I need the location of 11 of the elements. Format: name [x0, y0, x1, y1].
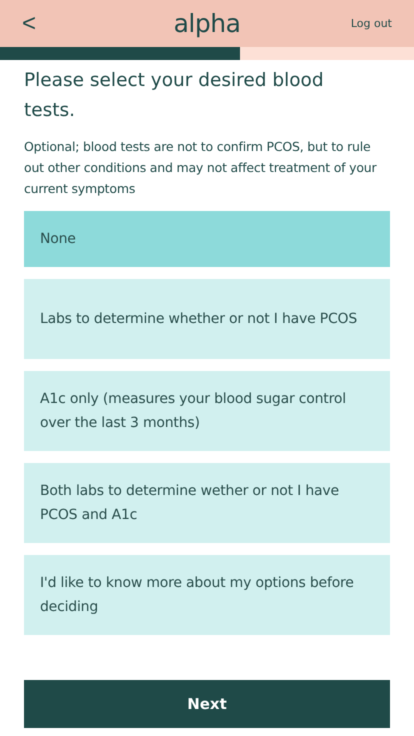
answer-option[interactable]: Labs to determine whether or not I have PCOS — [24, 279, 390, 359]
logo: alpha — [174, 9, 240, 38]
question-title: Please select your desired blood tests. — [24, 69, 325, 123]
answer-option[interactable]: None — [24, 211, 390, 267]
answer-option[interactable]: Both labs to determine wether or not I have PCOS and A1c — [24, 463, 390, 543]
back-button[interactable]: < — [22, 12, 36, 36]
question-subtitle: Optional; blood tests are not to confirm PCOS, but to rule out other conditions and may not affect treatment of your current symptoms — [24, 138, 378, 198]
answer-option[interactable]: A1c only (measures your blood sugar control over the last 3 months) — [24, 371, 390, 451]
answer-option[interactable]: I'd like to know more about my options before deciding — [24, 555, 390, 635]
next-button[interactable]: Next — [24, 680, 390, 728]
logout-link[interactable]: Log out — [350, 17, 392, 30]
